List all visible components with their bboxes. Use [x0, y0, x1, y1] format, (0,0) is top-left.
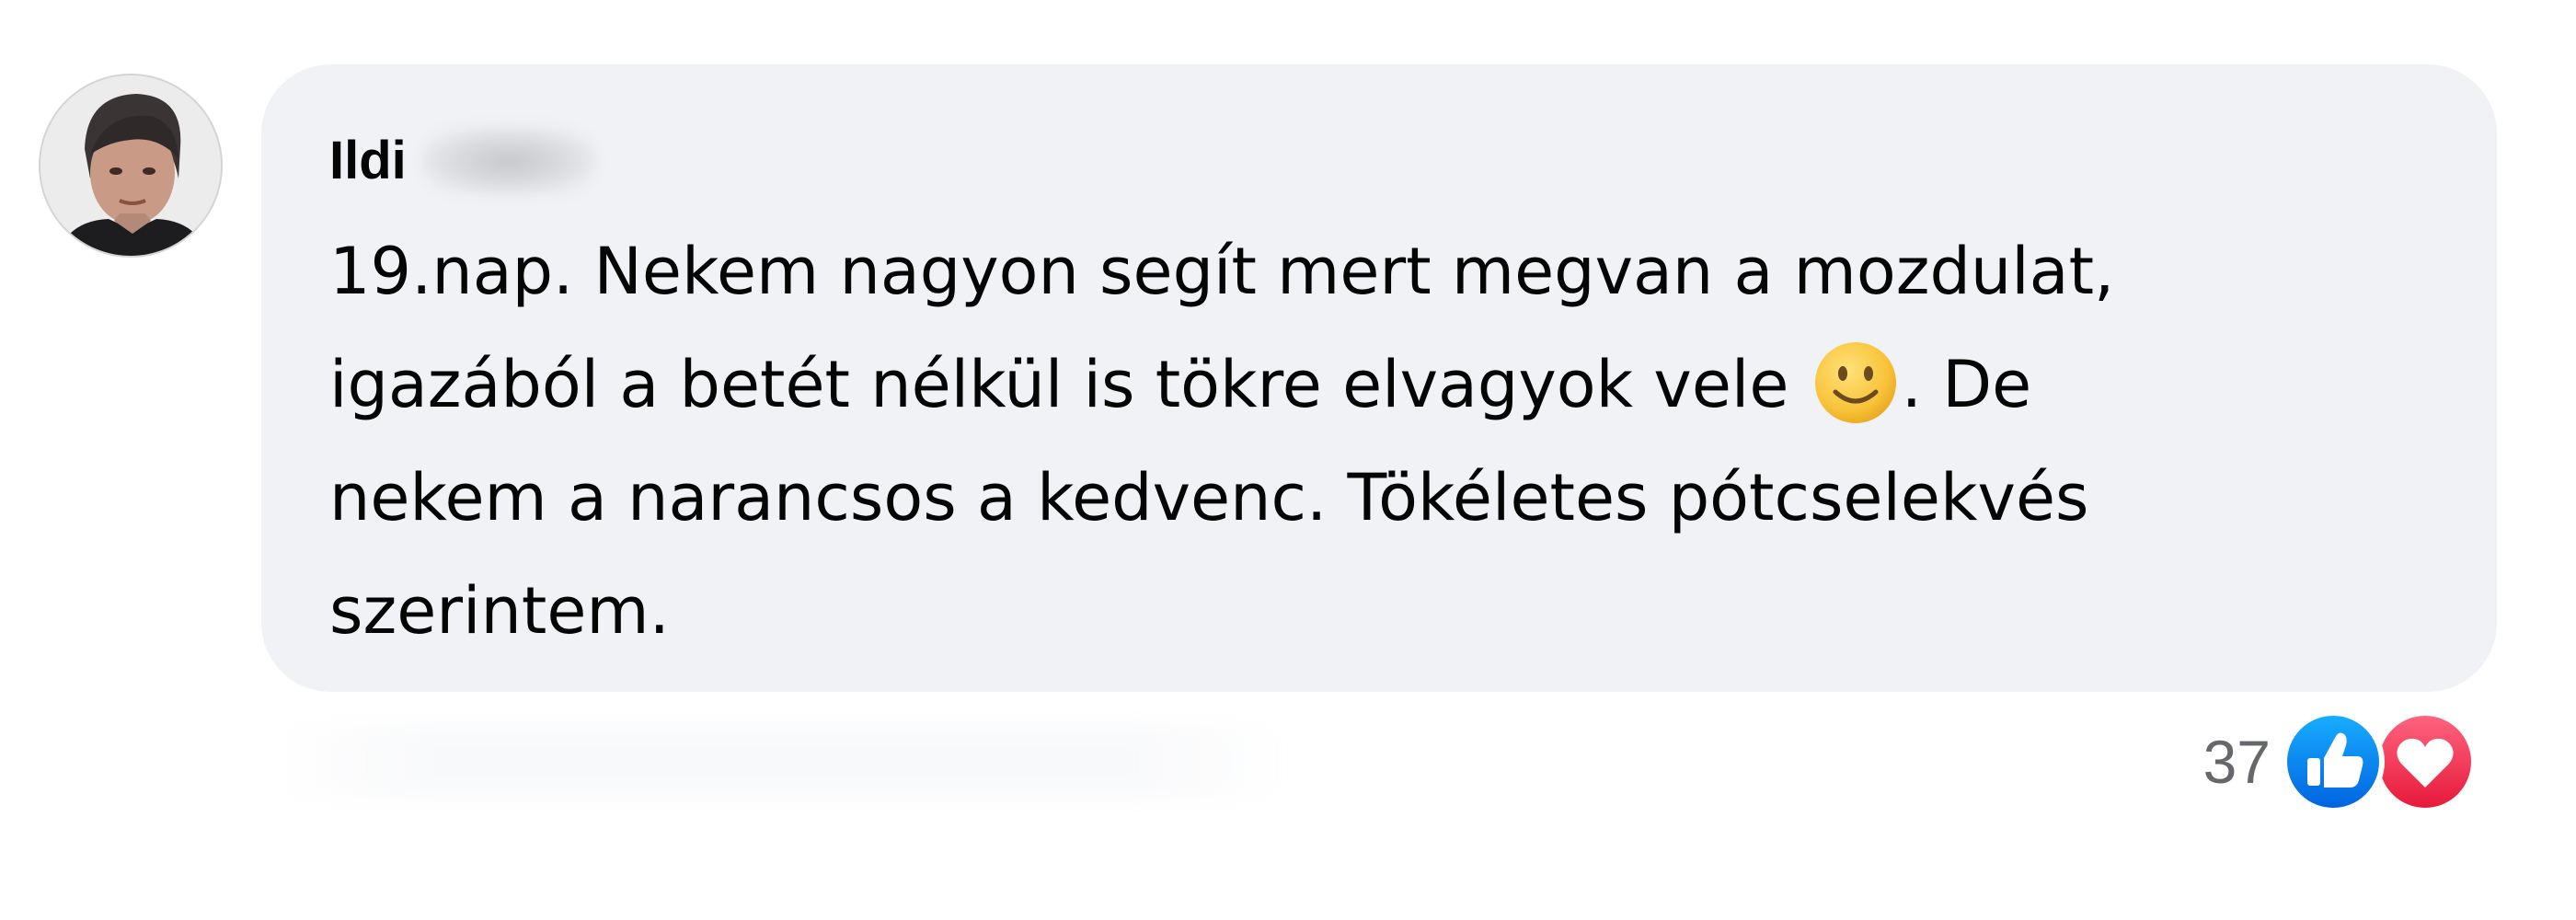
comment-text-line-2: igazából a betét nélkül is tökre elvagyo… — [329, 347, 1789, 422]
reaction-count: 37 — [2202, 728, 2271, 796]
comment-text-line-4: szerintem. — [329, 573, 670, 649]
slightly-smiling-face-icon — [1811, 339, 1900, 427]
comment-container: Ildi 19.nap. Nekem nagyon segít mert meg… — [0, 0, 2576, 920]
redacted-comment-actions — [276, 725, 1288, 799]
comment-bubble: Ildi 19.nap. Nekem nagyon segít mert meg… — [261, 64, 2497, 692]
comment-text-line-3: nekem a narancsos a kedvenc. Tökéletes p… — [329, 460, 2089, 535]
like-icon — [2282, 710, 2385, 813]
comment-author-row: Ildi — [329, 123, 596, 199]
redacted-surname — [420, 127, 596, 195]
comment-text-line-2-end: . De — [1901, 347, 2032, 422]
profile-photo-icon — [40, 75, 221, 256]
comment-text: 19.nap. Nekem nagyon segít mert megvan a… — [329, 215, 2445, 668]
comment-author-name[interactable]: Ildi — [329, 123, 407, 199]
avatar[interactable] — [40, 75, 221, 256]
love-icon — [2374, 710, 2477, 813]
reaction-summary[interactable]: 37 — [2203, 707, 2477, 817]
comment-text-line-1: 19.nap. Nekem nagyon segít mert megvan a… — [329, 234, 2115, 309]
reaction-icons — [2282, 710, 2477, 813]
